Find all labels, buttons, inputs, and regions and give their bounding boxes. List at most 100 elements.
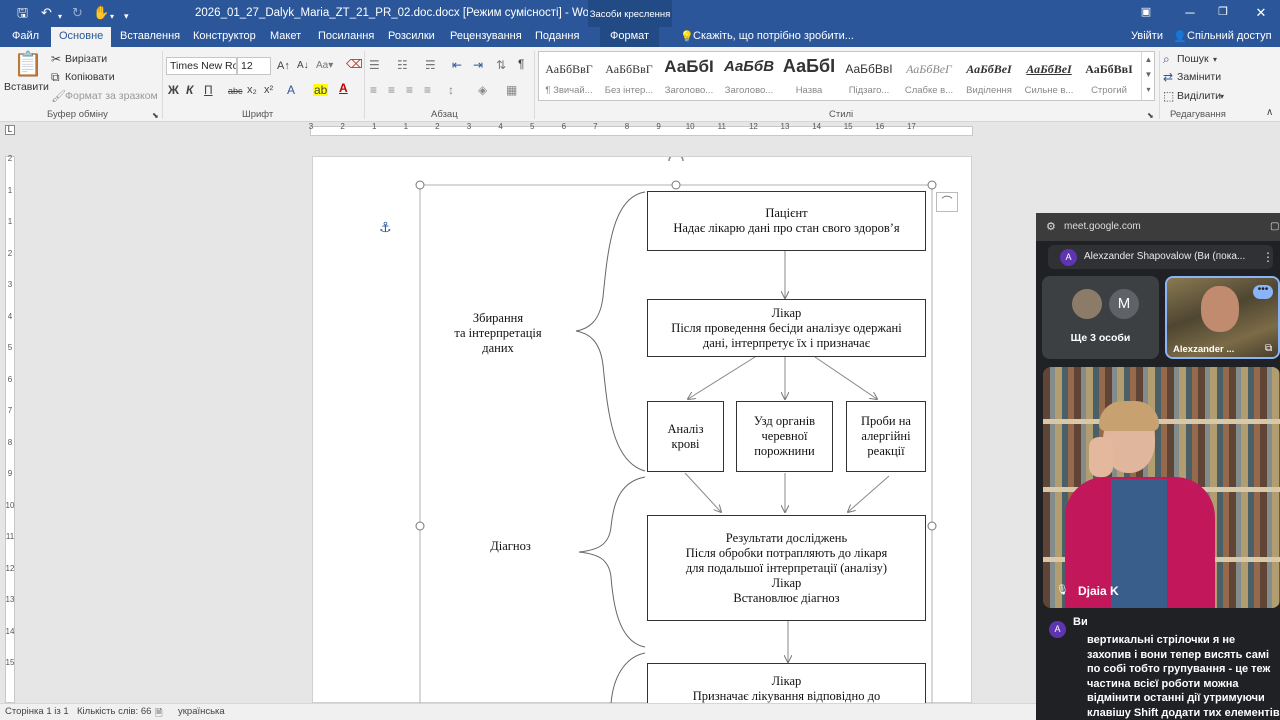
copy-button[interactable]: Копіювати [65,71,115,83]
style-subtitle[interactable]: АаБбВвІ Підзаго... [839,52,899,100]
touch-dropdown-icon[interactable]: ▾ [110,9,114,25]
site-info-icon[interactable]: ⚙ [1046,220,1056,233]
change-case-icon[interactable]: Aa▾ [316,60,333,72]
borders-icon[interactable]: ▦ [506,84,517,96]
grow-font-icon[interactable]: A↑ [277,60,290,72]
box-blood-test[interactable]: Аналіз крові [647,401,724,472]
layout-options-icon[interactable]: ⌒ [936,192,958,212]
anchor-icon[interactable]: ⚓ [379,219,392,236]
tab-format[interactable]: Формат [600,27,660,47]
style-strong[interactable]: АаБбВвІ Строгий [1079,52,1139,100]
format-painter-button[interactable]: Формат за зразком [65,90,158,102]
styles-dialog-launcher-icon[interactable]: ⬊ [1147,110,1154,122]
sort-icon[interactable]: ⇅ [496,59,506,71]
font-name-combo[interactable]: Times New Ro [166,57,237,75]
font-size-combo[interactable]: 12 [237,57,271,75]
style-intense-emphasis[interactable]: АаБбВеІ Сильне в... [1019,52,1079,100]
style-title[interactable]: АаБбІ Назва [779,52,839,100]
resize-handle[interactable] [671,180,681,190]
multilevel-list-icon[interactable]: ☴ [425,59,436,71]
style-heading-2[interactable]: АаБбВ Заголово... [719,52,779,100]
tab-mailings[interactable]: Розсилки [388,30,435,42]
resize-handle[interactable] [927,180,937,190]
strikethrough-button[interactable]: abc [228,85,243,97]
paste-button[interactable]: Вставити [4,81,49,93]
align-left-icon[interactable]: ≡ [370,84,377,96]
tab-references[interactable]: Посилання [318,30,374,42]
box-ultrasound[interactable]: Узд органів черевної порожнини [736,401,833,472]
find-button[interactable]: Пошук [1177,53,1209,65]
box-doctor-interpretation[interactable]: Лікар Після проведення бесіди аналізує о… [647,299,926,357]
minimize-icon[interactable]: ─ [1175,5,1205,20]
style-heading-1[interactable]: АаБбІ Заголово... [659,52,719,100]
bold-button[interactable]: Ж [168,84,179,96]
pip-icon[interactable]: ⧉ [1265,343,1272,354]
decrease-indent-icon[interactable]: ⇤ [452,59,462,71]
find-dropdown-icon[interactable]: ▾ [1213,54,1217,66]
restore-icon[interactable]: ❐ [1208,5,1238,18]
customize-qat-icon[interactable]: ▾ [124,8,129,24]
shrink-font-icon[interactable]: A↓ [297,60,309,72]
tab-home[interactable]: Основне [51,27,112,47]
page-counter[interactable]: Сторінка 1 із 1 [5,706,69,717]
horizontal-ruler[interactable]: L 3 2 1 1 2 3 4 5 6 7 8 9 10 11 12 13 14 15 16 17 [0,122,1280,140]
cut-button[interactable]: Вирізати [65,53,107,65]
undo-icon[interactable]: ↶ [41,5,52,21]
ribbon-display-options-icon[interactable]: ▣ [1131,5,1161,18]
box-results-diagnosis[interactable]: Результати досліджень Після обробки потр… [647,515,926,621]
align-right-icon[interactable]: ≡ [406,84,413,96]
numbering-icon[interactable]: ☷ [397,59,408,71]
participant-tile-alexzander[interactable]: ••• Alexzander ... ⧉ [1165,276,1280,359]
undo-dropdown-icon[interactable]: ▾ [58,9,62,25]
close-icon[interactable]: ✕ [1246,5,1276,21]
text-effects-icon[interactable]: A [287,84,295,96]
share-button[interactable]: Спільний доступ [1187,30,1272,42]
paste-icon[interactable]: 📋 [13,53,43,77]
sign-in-link[interactable]: Увійти [1131,30,1163,42]
tell-me-input[interactable]: Скажіть, що потрібно зробити... [693,30,854,42]
style-no-spacing[interactable]: АаБбВвГ Без інтер... [599,52,659,100]
select-dropdown-icon[interactable]: ▾ [1220,91,1224,103]
dialog-launcher-icon[interactable]: ⬊ [152,110,159,122]
styles-gallery[interactable]: АаБбВвГ ¶ Звичай... АаБбВвГ Без інтер... А… [538,51,1155,101]
select-button[interactable]: Виділити [1177,90,1221,102]
resize-handle[interactable] [927,521,937,531]
document-page[interactable]: ⚓ ⌒ Збирання та інтерпретація даних Діаг… [312,156,972,720]
tab-file[interactable]: Файл [12,30,39,42]
tab-layout[interactable]: Макет [270,30,301,42]
language-indicator[interactable]: українська [178,706,225,717]
show-marks-button[interactable]: ¶ [518,58,524,70]
line-spacing-icon[interactable]: ↕ [448,84,454,96]
justify-icon[interactable]: ≡ [424,84,431,96]
word-count[interactable]: Кількість слів: 66 [77,706,151,717]
shading-icon[interactable]: ◈ [478,84,487,96]
redo-icon[interactable]: ↻ [72,5,83,21]
rotate-handle[interactable] [668,157,684,162]
tab-design[interactable]: Конструктор [193,30,256,42]
tab-review[interactable]: Рецензування [450,30,522,42]
box-allergy-tests[interactable]: Проби на алергійні реакції [846,401,926,472]
subscript-button[interactable]: x₂ [247,84,257,96]
resize-handle[interactable] [415,180,425,190]
font-color-icon[interactable]: A [339,82,348,94]
style-emphasis[interactable]: АаБбВеІ Виділення [959,52,1019,100]
bullets-icon[interactable]: ☰ [369,59,380,71]
italic-button[interactable]: К [186,84,193,96]
superscript-button[interactable]: x² [264,84,273,96]
clear-formatting-icon[interactable]: ⌫ [346,58,363,70]
vertical-ruler[interactable]: 2 1 1 2 3 4 5 6 7 8 9 10 11 12 13 14 15 [0,140,18,703]
underline-button[interactable]: П [204,84,213,96]
tab-insert[interactable]: Вставлення [120,30,180,42]
touch-mode-icon[interactable]: ✋ [93,5,109,21]
box-patient[interactable]: Пацієнт Надає лікарю дані про стан свого… [647,191,926,251]
style-subtle-emphasis[interactable]: АаБбВеГ Слабке в... [899,52,959,100]
proofing-icon[interactable]: 🗎 [155,706,163,720]
others-tile[interactable]: M Ще 3 особи [1042,276,1159,359]
align-center-icon[interactable]: ≡ [388,84,395,96]
replace-button[interactable]: Замінити [1177,71,1221,83]
window-icon[interactable]: ▢ [1270,221,1279,232]
styles-scroll[interactable]: ▲ ▼ ▾ [1141,52,1155,100]
tab-selector-icon[interactable]: L [5,125,15,135]
more-vert-icon[interactable]: ⋮ [1262,250,1273,264]
presenter-banner[interactable]: A Alexzander Shapovalow (Ви (пока... ⋮ [1048,245,1273,269]
